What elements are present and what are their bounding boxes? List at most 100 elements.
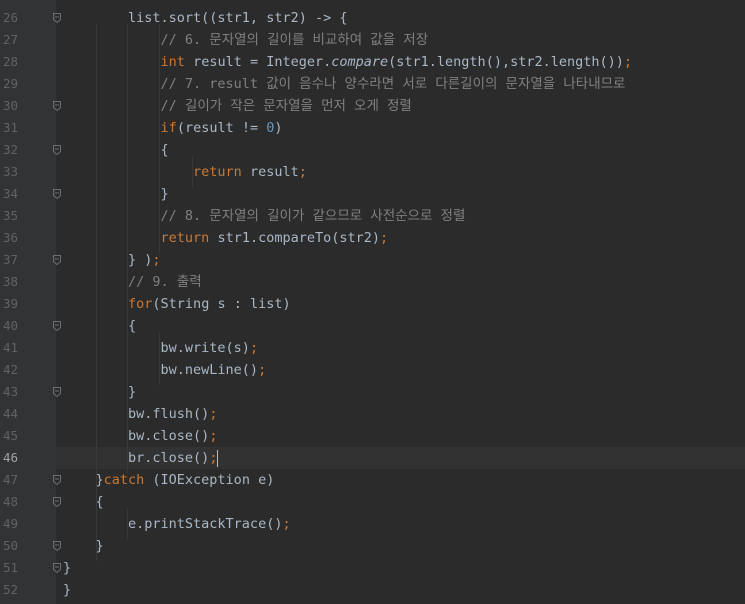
line-number[interactable]: 27	[0, 29, 18, 51]
line-number[interactable]: 41	[0, 337, 18, 359]
line-number[interactable]: 36	[0, 227, 18, 249]
keyword-token: int	[160, 54, 185, 70]
line-number[interactable]: 43	[0, 381, 18, 403]
code-line[interactable]: 29 // 7. result 값이 음수나 양수라면 서로 다른길이의 문자열…	[0, 73, 745, 95]
keyword-token: if	[160, 120, 177, 136]
code-line[interactable]: 45 bw.close();	[0, 425, 745, 447]
code-line[interactable]: 49 e.printStackTrace();	[0, 513, 745, 535]
code-editor[interactable]: 26 list.sort((str1, str2) -> {27 // 6. 문…	[0, 0, 745, 604]
line-number[interactable]: 35	[0, 205, 18, 227]
code-text[interactable]: }	[63, 579, 71, 601]
fold-marker-icon[interactable]	[53, 563, 61, 573]
code-text[interactable]: }	[63, 557, 71, 579]
code-token: result	[241, 164, 299, 180]
code-text[interactable]: {	[63, 139, 169, 161]
code-text[interactable]: br.close();	[63, 447, 219, 469]
code-token: {	[63, 494, 104, 510]
code-line[interactable]: 44 bw.flush();	[0, 403, 745, 425]
line-number[interactable]: 47	[0, 469, 18, 491]
code-text[interactable]: }catch (IOException e)	[63, 469, 275, 491]
code-line[interactable]: 42 bw.newLine();	[0, 359, 745, 381]
code-line[interactable]: 35 // 8. 문자열의 길이가 같으므로 사전순으로 정렬	[0, 205, 745, 227]
code-line[interactable]: 32 {	[0, 139, 745, 161]
line-number[interactable]: 50	[0, 535, 18, 557]
line-number[interactable]: 42	[0, 359, 18, 381]
fold-marker-icon[interactable]	[53, 497, 61, 507]
line-number[interactable]: 46	[0, 447, 18, 469]
code-token: {	[63, 318, 137, 334]
fold-marker-icon[interactable]	[53, 13, 61, 23]
line-number[interactable]: 44	[0, 403, 18, 425]
line-number[interactable]: 51	[0, 557, 18, 579]
code-line[interactable]: 52}	[0, 579, 745, 601]
code-line[interactable]: 41 bw.write(s);	[0, 337, 745, 359]
code-line[interactable]: 37 } );	[0, 249, 745, 271]
line-number[interactable]: 32	[0, 139, 18, 161]
line-number[interactable]: 48	[0, 491, 18, 513]
line-number[interactable]: 38	[0, 271, 18, 293]
code-text[interactable]: int result = Integer.compare(str1.length…	[63, 51, 632, 73]
code-text[interactable]: // 7. result 값이 음수나 양수라면 서로 다른길이의 문자열을 나…	[63, 73, 626, 95]
line-number[interactable]: 37	[0, 249, 18, 271]
code-text[interactable]: bw.flush();	[63, 403, 217, 425]
fold-marker-icon[interactable]	[53, 255, 61, 265]
code-line[interactable]: 46 br.close();	[0, 447, 745, 469]
code-line[interactable]: 39 for(String s : list)	[0, 293, 745, 315]
line-number[interactable]: 39	[0, 293, 18, 315]
code-text[interactable]: // 8. 문자열의 길이가 같으므로 사전순으로 정렬	[63, 205, 466, 227]
code-line[interactable]: 40 {	[0, 315, 745, 337]
fold-marker-icon[interactable]	[53, 101, 61, 111]
code-line[interactable]: 33 return result;	[0, 161, 745, 183]
code-text[interactable]: e.printStackTrace();	[63, 513, 291, 535]
line-number[interactable]: 49	[0, 513, 18, 535]
code-line[interactable]: 38 // 9. 출력	[0, 271, 745, 293]
code-text[interactable]: }	[63, 535, 104, 557]
comment-token: // 9. 출력	[63, 274, 202, 290]
code-line[interactable]: 48 {	[0, 491, 745, 513]
code-token: result = Integer.	[184, 54, 332, 70]
code-line[interactable]: 47 }catch (IOException e)	[0, 469, 745, 491]
code-line[interactable]: 34 }	[0, 183, 745, 205]
code-text[interactable]: return result;	[63, 161, 307, 183]
code-text[interactable]: // 6. 문자열의 길이를 비교하여 값을 저장	[63, 29, 429, 51]
line-number[interactable]: 28	[0, 51, 18, 73]
semicolon-token: ;	[209, 428, 218, 444]
line-number[interactable]: 33	[0, 161, 18, 183]
line-number[interactable]: 34	[0, 183, 18, 205]
code-text[interactable]: }	[63, 381, 136, 403]
code-line[interactable]: 26 list.sort((str1, str2) -> {	[0, 7, 745, 29]
fold-marker-icon[interactable]	[53, 145, 61, 155]
code-text[interactable]: {	[63, 315, 136, 337]
fold-marker-icon[interactable]	[53, 475, 61, 485]
code-text[interactable]: for(String s : list)	[63, 293, 291, 315]
code-line[interactable]: 28 int result = Integer.compare(str1.len…	[0, 51, 745, 73]
fold-marker-icon[interactable]	[53, 321, 61, 331]
code-line[interactable]: 43 }	[0, 381, 745, 403]
fold-marker-icon[interactable]	[53, 189, 61, 199]
line-number[interactable]: 29	[0, 73, 18, 95]
line-number[interactable]: 52	[0, 579, 18, 601]
code-text[interactable]: list.sort((str1, str2) -> {	[63, 7, 347, 29]
code-text[interactable]: // 9. 출력	[63, 271, 202, 293]
code-line[interactable]: 50 }	[0, 535, 745, 557]
code-line[interactable]: 51}	[0, 557, 745, 579]
code-text[interactable]: } );	[63, 249, 161, 271]
code-line[interactable]: 27 // 6. 문자열의 길이를 비교하여 값을 저장	[0, 29, 745, 51]
code-line[interactable]: 30 // 길이가 작은 문자열을 먼저 오게 정렬	[0, 95, 745, 117]
code-text[interactable]: bw.close();	[63, 425, 217, 447]
code-text[interactable]: }	[63, 183, 169, 205]
code-text[interactable]: // 길이가 작은 문자열을 먼저 오게 정렬	[63, 95, 412, 117]
line-number[interactable]: 26	[0, 7, 18, 29]
fold-marker-icon[interactable]	[53, 387, 61, 397]
code-line[interactable]: 31 if(result != 0)	[0, 117, 745, 139]
line-number[interactable]: 40	[0, 315, 18, 337]
line-number[interactable]: 45	[0, 425, 18, 447]
code-text[interactable]: return str1.compareTo(str2);	[63, 227, 389, 249]
code-text[interactable]: {	[63, 491, 104, 513]
code-text[interactable]: bw.write(s);	[63, 337, 259, 359]
code-line[interactable]: 36 return str1.compareTo(str2);	[0, 227, 745, 249]
fold-marker-icon[interactable]	[53, 541, 61, 551]
code-text[interactable]: bw.newLine();	[63, 359, 267, 381]
line-number[interactable]: 30	[0, 95, 18, 117]
line-number[interactable]: 31	[0, 117, 18, 139]
